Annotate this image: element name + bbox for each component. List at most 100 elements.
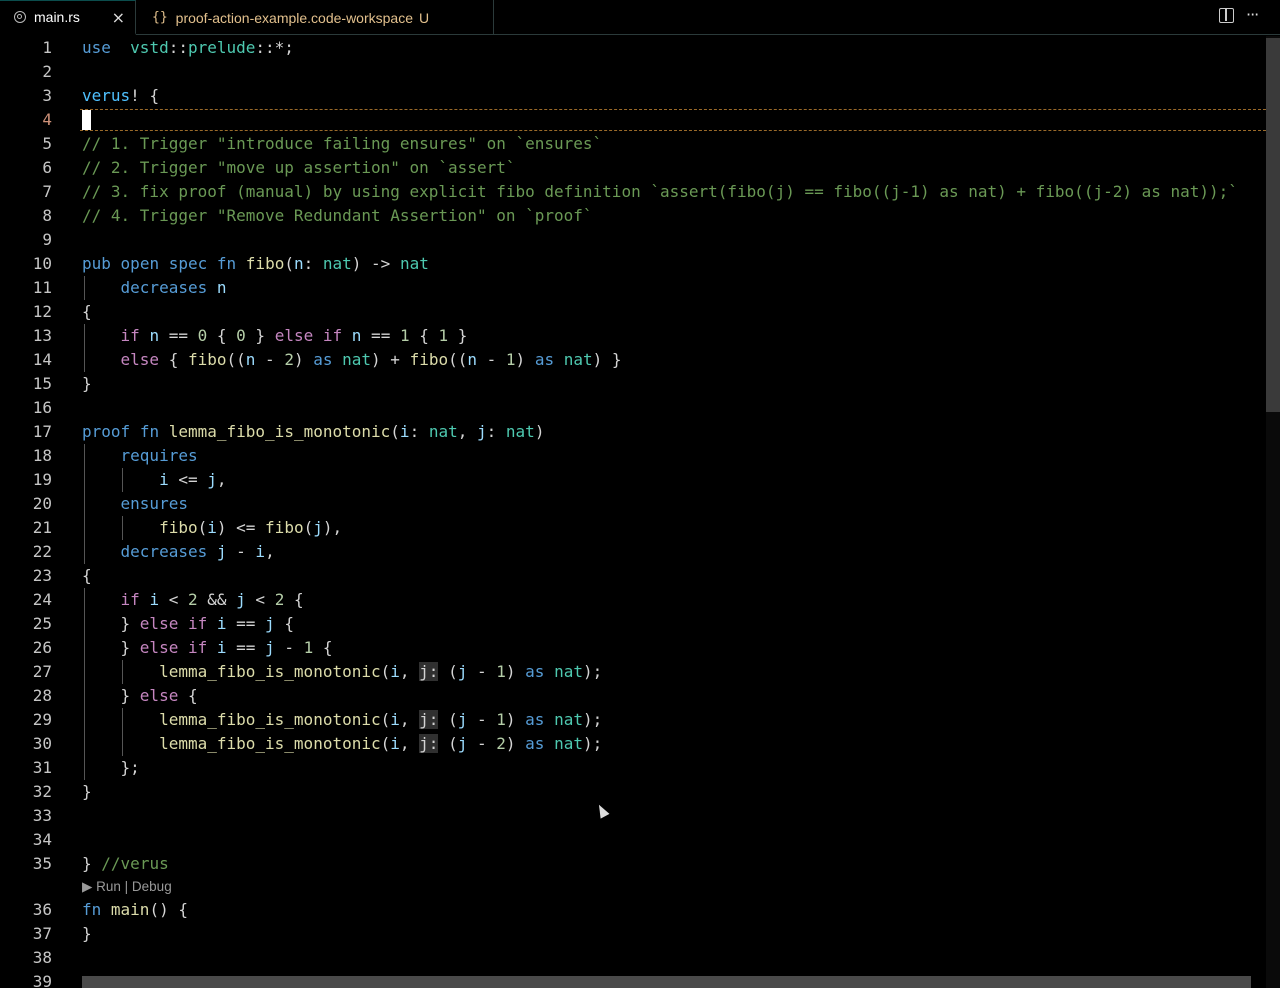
code-token: {: [159, 350, 188, 369]
code-token: as: [525, 710, 545, 729]
code-line[interactable]: 15}: [0, 372, 1266, 396]
code-editor[interactable]: ▶ Run | Debug 1 use vstd::prelude::*; 2 3 ve…: [0, 36, 1280, 988]
code-token: verus: [82, 86, 131, 105]
code-token: // 1. Trigger "introduce failing ensures…: [82, 134, 603, 153]
code-token: ==: [226, 638, 266, 657]
code-line[interactable]: 39: [0, 970, 1266, 988]
code-token: ): [505, 734, 526, 753]
tab-main-rs[interactable]: main.rs ×: [0, 0, 136, 35]
code-token: j: [457, 710, 468, 729]
code-line[interactable]: 11 decreases n: [0, 276, 1266, 300]
code-line[interactable]: 32}: [0, 780, 1266, 804]
code-line[interactable]: 31 };: [0, 756, 1266, 780]
code-line[interactable]: 22 decreases j - i,: [0, 540, 1266, 564]
code-line[interactable]: 12 {: [0, 300, 1266, 324]
code-line[interactable]: 34: [0, 828, 1266, 852]
code-line[interactable]: 33: [0, 804, 1266, 828]
code-token: {: [82, 302, 92, 321]
text-cursor: [82, 110, 91, 130]
code-line[interactable]: 24 if i < 2 && j < 2 {: [0, 588, 1266, 612]
code-line[interactable]: 9: [0, 228, 1266, 252]
code-line[interactable]: 35} //verus: [0, 852, 1266, 876]
code-line[interactable]: 29 lemma_fibo_is_monotonic(i, j: (j - 1)…: [0, 708, 1266, 732]
line-number: 23: [32, 566, 52, 585]
close-icon[interactable]: ×: [112, 8, 125, 27]
code-line[interactable]: 38: [0, 946, 1266, 970]
code-token: fibo: [159, 518, 198, 537]
split-editor-icon[interactable]: [1219, 8, 1234, 23]
untracked-badge: U: [419, 9, 430, 26]
code-token: nat: [554, 734, 583, 753]
code-token: j: [477, 422, 487, 441]
code-token: :: [409, 422, 429, 441]
code-token: i: [390, 734, 400, 753]
line-number: 25: [32, 614, 52, 633]
code-token: as: [534, 350, 555, 369]
code-token: i: [216, 638, 227, 657]
code-token: // 3. fix proof (manual) by using explic…: [82, 182, 1238, 201]
code-line[interactable]: 19 i <= j,: [0, 468, 1266, 492]
debug-codelens[interactable]: Debug: [132, 879, 172, 894]
code-line[interactable]: 20 ensures: [0, 492, 1266, 516]
line-number: 32: [32, 782, 52, 801]
code-token: ): [515, 350, 535, 369]
current-line-highlight: [80, 109, 1266, 131]
code-line[interactable]: 28 } else {: [0, 684, 1266, 708]
code-token: (: [380, 662, 391, 681]
code-line[interactable]: 23 {: [0, 564, 1266, 588]
code-line[interactable]: 27 lemma_fibo_is_monotonic(i, j: (j - 1)…: [0, 660, 1266, 684]
code-line[interactable]: 26 } else if i == j - 1 {: [0, 636, 1266, 660]
code-line[interactable]: 18 requires: [0, 444, 1266, 468]
code-line[interactable]: 16: [0, 396, 1266, 420]
code-line[interactable]: 8 // 4. Trigger "Remove Redundant Asserti…: [0, 204, 1266, 228]
code-text: fibo(i) <= fibo(j),: [82, 516, 342, 540]
code-line[interactable]: 13 if n == 0 { 0 } else if n == 1 { 1 }: [0, 324, 1266, 348]
run-codelens[interactable]: ▶ Run: [82, 879, 121, 894]
code-text: if i < 2 && j < 2 {: [82, 588, 304, 612]
line-number: 30: [32, 734, 52, 753]
code-token: pub: [82, 254, 111, 273]
line-number: 3: [42, 86, 52, 105]
code-token: vstd: [130, 38, 169, 57]
line-number: 35: [32, 854, 52, 873]
code-token: j: [207, 470, 217, 489]
more-actions-icon[interactable]: ···: [1246, 5, 1259, 24]
code-token: {: [178, 686, 198, 705]
code-line[interactable]: 37}: [0, 922, 1266, 946]
code-text: // 3. fix proof (manual) by using explic…: [82, 180, 1238, 204]
code-line[interactable]: 4: [0, 108, 1266, 132]
code-token: );: [582, 710, 603, 729]
code-line[interactable]: 5 // 1. Trigger "introduce failing ensure…: [0, 132, 1266, 156]
code-line[interactable]: 25 } else if i == j {: [0, 612, 1266, 636]
code-line[interactable]: 2: [0, 60, 1266, 84]
code-line[interactable]: 10 pub open spec fn fibo(n: nat) -> nat: [0, 252, 1266, 276]
code-token: ) <=: [216, 518, 266, 537]
code-line[interactable]: 36 fn main() {: [0, 898, 1266, 922]
code-line[interactable]: 30 lemma_fibo_is_monotonic(i, j: (j - 2)…: [0, 732, 1266, 756]
code-token: n: [467, 350, 477, 369]
code-token: ,: [399, 710, 420, 729]
code-line[interactable]: 7 // 3. fix proof (manual) by using expli…: [0, 180, 1266, 204]
code-token: n: [149, 326, 160, 345]
code-line[interactable]: 1 use vstd::prelude::*;: [0, 36, 1266, 60]
code-text: }: [82, 922, 92, 946]
code-line[interactable]: 17 proof fn lemma_fibo_is_monotonic(i: na…: [0, 420, 1266, 444]
code-line[interactable]: 3 verus! {: [0, 84, 1266, 108]
code-token: n: [351, 326, 362, 345]
line-number: 7: [42, 182, 52, 201]
vertical-scrollbar-thumb[interactable]: [1266, 38, 1280, 412]
line-number: 6: [42, 158, 52, 177]
code-token: j: [457, 734, 468, 753]
tab-label: proof-action-example.code-workspace: [175, 9, 413, 26]
line-number: 36: [32, 900, 52, 919]
code-line[interactable]: 14 else { fibo((n - 2) as nat) + fibo((n…: [0, 348, 1266, 372]
tab-workspace[interactable]: {} proof-action-example.code-workspace U: [136, 0, 494, 35]
code-line[interactable]: 21 fibo(i) <= fibo(j),: [0, 516, 1266, 540]
code-line[interactable]: 6 // 2. Trigger "move up assertion" on `a…: [0, 156, 1266, 180]
